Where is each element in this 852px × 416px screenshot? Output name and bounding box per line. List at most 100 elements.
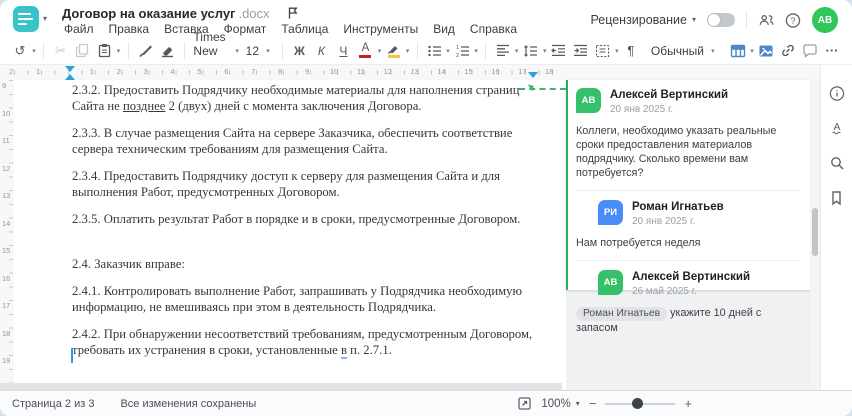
bullet-list-icon[interactable] (424, 39, 444, 63)
insert-image-icon[interactable] (756, 39, 776, 63)
document-page[interactable]: 2.3.2. Предоставить Подрядчику необходим… (14, 80, 566, 383)
search-icon[interactable] (829, 155, 845, 171)
ruler-number: 1 (36, 67, 41, 76)
chevron-down-icon: ▾ (691, 15, 696, 24)
app-logo[interactable] (13, 6, 39, 32)
right-indent-marker[interactable] (528, 72, 538, 78)
paragraph-style-select[interactable]: Обычный ▾ (649, 44, 720, 58)
decrease-indent-icon[interactable] (549, 39, 569, 63)
comment[interactable]: АВ Алексей Вертинский 26 май 2025 г. (576, 270, 800, 297)
collaborators-icon[interactable] (758, 12, 774, 28)
scrollbar[interactable] (810, 80, 820, 390)
paragraph: 2.3.3. В случае размещения Сайта на серв… (72, 126, 513, 156)
insert-table-caret-icon[interactable]: ▾ (750, 47, 754, 55)
info-icon[interactable] (829, 85, 845, 101)
numbered-list-icon[interactable]: 12 (452, 39, 472, 63)
numbered-list-caret-icon[interactable]: ▾ (474, 47, 478, 55)
flag-icon[interactable] (285, 5, 301, 21)
ruler-number: 3 (143, 67, 148, 76)
insert-link-icon[interactable] (778, 39, 798, 63)
font-size-select[interactable]: 12 ▾ (244, 44, 275, 58)
zoom-value: 100% (541, 397, 571, 410)
undo-caret-icon[interactable]: ▾ (32, 47, 36, 55)
paragraph-settings-icon[interactable] (593, 39, 613, 63)
ruler-number: 14 (437, 67, 446, 76)
insert-table-icon[interactable] (728, 39, 748, 63)
zoom-slider[interactable] (605, 398, 676, 409)
menu-item[interactable]: Правка (107, 21, 152, 37)
ruler-number: 17 (2, 301, 11, 310)
bullet-list-caret-icon[interactable]: ▾ (446, 47, 450, 55)
comment-author: Алексей Вертинский (610, 89, 729, 101)
font-color-caret-icon[interactable]: ▾ (377, 47, 382, 55)
menu-item[interactable]: Вид (431, 21, 457, 37)
menu-item[interactable]: Таблица (279, 21, 330, 37)
zoom-slider-knob[interactable] (632, 398, 643, 409)
menu-item[interactable]: Справка (468, 21, 519, 37)
review-toggle[interactable] (707, 13, 735, 27)
comment[interactable]: РИ Роман Игнатьев 20 янв 2025 г. (576, 200, 800, 227)
comment-date: 26 май 2025 г. (632, 286, 697, 297)
insert-comment-icon[interactable] (800, 39, 820, 63)
v-ruler[interactable]: 91011121314151617181920 (0, 80, 14, 393)
menu-item[interactable]: Инструменты (341, 21, 420, 37)
ruler-number: 18 (2, 328, 11, 338)
comment-date: 20 янв 2025 г. (610, 104, 674, 115)
increase-indent-icon[interactable] (571, 39, 591, 63)
spellcheck-icon[interactable]: А (829, 120, 845, 136)
menu-item[interactable]: Файл (62, 21, 96, 37)
comment-divider (576, 260, 800, 261)
format-painter-icon[interactable] (135, 39, 155, 63)
app-menu-caret-icon[interactable]: ▾ (43, 15, 47, 23)
zoom-out-button[interactable]: − (589, 397, 597, 410)
ruler-number: 15 (2, 246, 11, 255)
clear-format-icon[interactable] (157, 39, 177, 63)
fit-page-icon[interactable] (516, 396, 532, 412)
comment-avatar: АВ (576, 88, 601, 113)
undo-button[interactable]: ↺ (10, 39, 30, 63)
underline-button[interactable]: Ч (333, 39, 353, 63)
paste-caret-icon[interactable]: ▾ (117, 47, 121, 55)
more-tools-button[interactable]: ··· (822, 39, 842, 63)
align-left-icon[interactable] (493, 39, 513, 63)
line-spacing-icon[interactable] (521, 39, 541, 63)
document-extension: .docx (238, 5, 270, 21)
user-avatar[interactable]: АВ (812, 7, 838, 33)
paragraph-settings-caret-icon[interactable]: ▾ (615, 47, 619, 55)
font-color-button[interactable]: А (355, 39, 375, 63)
document-title: Договор на оказание услуг (62, 5, 236, 21)
mention-pill[interactable]: Роман Игнатьев (576, 307, 668, 321)
review-mode-select[interactable]: Рецензирование ▾ (590, 13, 696, 27)
comment[interactable]: АВ Алексей Вертинский 20 янв 2025 г. (576, 88, 800, 115)
ruler-number: 17 (518, 67, 527, 76)
first-line-indent-marker[interactable] (65, 66, 75, 72)
copy-button[interactable] (73, 39, 93, 63)
zoom-select[interactable]: 100% ▾ (541, 398, 579, 410)
ruler-number: 18 (545, 67, 554, 76)
help-icon[interactable]: ? (785, 12, 801, 28)
h-ruler[interactable]: 2 1 1 2 3 4 5 6 7 8 9 10 11 12 13 14 15 16 17 18 (0, 65, 820, 80)
paragraph-style-value: Обычный (650, 43, 704, 58)
line-spacing-caret-icon[interactable]: ▾ (543, 47, 547, 55)
bold-button[interactable]: Ж (289, 39, 309, 63)
main-area: 91011121314151617181920 2.3.2. Предостав… (0, 65, 852, 393)
ruler-number: 4 (170, 67, 175, 76)
pilcrow-icon[interactable]: ¶ (621, 39, 641, 63)
app-window: ▾ Договор на оказание услуг .docx Файл Пр… (0, 0, 852, 416)
scrollbar-thumb[interactable] (812, 208, 818, 256)
svg-text:А: А (833, 121, 840, 133)
comment-avatar: АВ (598, 270, 623, 295)
header-divider (746, 12, 747, 28)
zoom-in-button[interactable]: + (684, 397, 692, 410)
highlight-caret-icon[interactable]: ▾ (406, 47, 410, 55)
document-text[interactable]: 2.3.2. Предоставить Подрядчику необходим… (72, 82, 536, 369)
h-ruler-ticks (14, 70, 560, 75)
italic-button[interactable]: К (311, 39, 331, 63)
align-caret-icon[interactable]: ▾ (515, 47, 519, 55)
ruler-number: 2 (116, 67, 121, 76)
paste-button[interactable] (95, 39, 115, 63)
cut-button[interactable]: ✂ (51, 39, 71, 63)
bookmark-icon[interactable] (829, 190, 845, 206)
highlight-button[interactable] (384, 39, 404, 63)
comment-thread[interactable]: АВ Алексей Вертинский 20 янв 2025 г. Кол… (566, 80, 810, 334)
